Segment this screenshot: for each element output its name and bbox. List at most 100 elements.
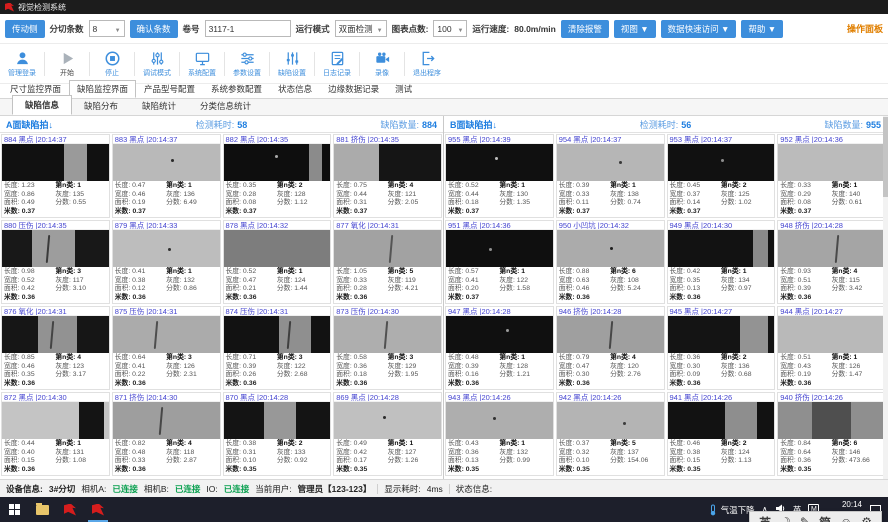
defect-image[interactable] [668, 230, 775, 267]
defect-image[interactable] [668, 402, 775, 439]
sub-tab-0[interactable]: 缺陷信息 [12, 95, 72, 115]
inspection-app-button[interactable] [84, 497, 112, 522]
defect-cell[interactable]: 948 挤伤 |20:14:28 长度: 0.93 宽度: 0.51 面积: 0… [777, 220, 886, 304]
defect-cell[interactable]: 949 黑点 |20:14:30 长度: 0.42 宽度: 0.35 面积: 0… [667, 220, 776, 304]
stop-action-button[interactable]: 停止 [92, 50, 132, 78]
scrollbar-thumb[interactable] [883, 117, 888, 197]
defect-image[interactable] [778, 316, 885, 353]
confirm-count-button[interactable]: 确认条数 [130, 20, 178, 38]
defect-cell[interactable]: 951 黑点 |20:14:36 长度: 0.57 宽度: 0.41 面积: 0… [445, 220, 554, 304]
defect-image[interactable] [778, 402, 885, 439]
defect-image[interactable] [224, 230, 331, 267]
defect-image[interactable] [224, 316, 331, 353]
defect-image[interactable] [224, 144, 331, 181]
defect-cell[interactable]: 950 小凹坑 |20:14:32 长度: 0.88 宽度: 0.63 面积: … [556, 220, 665, 304]
tune-action-button[interactable]: 调试模式 [137, 50, 177, 78]
defect-cell[interactable]: 946 挤伤 |20:14:28 长度: 0.79 宽度: 0.47 面积: 0… [556, 306, 665, 390]
defect-image[interactable] [334, 230, 441, 267]
defect-image[interactable] [113, 316, 220, 353]
defect-cell[interactable]: 870 黑点 |20:14:28 长度: 0.38 宽度: 0.31 面积: 0… [223, 392, 332, 476]
defect-cell[interactable]: 942 黑点 |20:14:26 长度: 0.37 宽度: 0.32 面积: 0… [556, 392, 665, 476]
defect-image[interactable] [668, 316, 775, 353]
defect-image[interactable] [446, 230, 553, 267]
run-mode-select[interactable]: 双面检测 [335, 20, 387, 37]
chart-points-select[interactable]: 100 [433, 20, 467, 37]
defect-cell[interactable]: 878 黑点 |20:14:32 长度: 0.52 宽度: 0.47 面积: 0… [223, 220, 332, 304]
defect-image[interactable] [113, 230, 220, 267]
defect-cell[interactable]: 943 黑点 |20:14:26 长度: 0.43 宽度: 0.36 面积: 0… [445, 392, 554, 476]
defect-image[interactable] [334, 402, 441, 439]
defect-image[interactable] [2, 144, 109, 181]
defect-cell[interactable]: 941 黑点 |20:14:26 长度: 0.46 宽度: 0.38 面积: 0… [667, 392, 776, 476]
slit-count-select[interactable]: 8 [89, 20, 125, 37]
defect-cell[interactable]: 881 挤伤 |20:14:35 长度: 0.75 宽度: 0.44 面积: 0… [333, 134, 442, 218]
defect-cell[interactable]: 873 压伤 |20:14:30 长度: 0.58 宽度: 0.36 面积: 0… [333, 306, 442, 390]
roll-input[interactable]: 3117-1 [205, 20, 291, 37]
defect-cell[interactable]: 880 压伤 |20:14:35 长度: 0.98 宽度: 0.52 面积: 0… [1, 220, 110, 304]
filters-action-button[interactable]: 缺陷设置 [272, 50, 312, 78]
help-menu-button[interactable]: 帮助 ▼ [741, 20, 783, 38]
defect-image[interactable] [557, 402, 664, 439]
defect-image[interactable] [113, 144, 220, 181]
defect-image[interactable] [113, 402, 220, 439]
defect-cell[interactable]: 945 黑点 |20:14:27 长度: 0.36 宽度: 0.30 面积: 0… [667, 306, 776, 390]
sliders-action-button[interactable]: 参数设置 [227, 50, 267, 78]
defect-cell[interactable]: 874 压伤 |20:14:31 长度: 0.71 宽度: 0.39 面积: 0… [223, 306, 332, 390]
defect-image[interactable] [557, 316, 664, 353]
vertical-scrollbar[interactable] [883, 116, 888, 479]
settings-gear-icon[interactable]: ⚙ [861, 515, 872, 522]
night-mode-icon[interactable]: ☽ [780, 515, 791, 522]
ime-toolbar[interactable]: 英☽✎简☺⚙ [749, 511, 882, 522]
defect-image[interactable] [2, 402, 109, 439]
defect-cell[interactable]: 953 黑点 |20:14:37 长度: 0.45 宽度: 0.37 面积: 0… [667, 134, 776, 218]
defect-cell[interactable]: 947 黑点 |20:14:28 长度: 0.48 宽度: 0.39 面积: 0… [445, 306, 554, 390]
emoji-icon[interactable]: ☺ [840, 515, 852, 522]
weather-widget[interactable]: 气温下降 [708, 504, 755, 516]
defect-cell[interactable]: 876 氧化 |20:14:31 长度: 0.85 宽度: 0.46 面积: 0… [1, 306, 110, 390]
defect-image[interactable] [557, 144, 664, 181]
defect-cell[interactable]: 944 黑点 |20:14:27 长度: 0.51 宽度: 0.43 面积: 0… [777, 306, 886, 390]
defect-image[interactable] [446, 316, 553, 353]
defect-cell[interactable]: 940 挤伤 |20:14:26 长度: 0.84 宽度: 0.64 面积: 0… [777, 392, 886, 476]
operation-panel-link[interactable]: 操作面板 [847, 22, 883, 35]
start-button[interactable] [0, 497, 28, 522]
defect-cell[interactable]: 872 黑点 |20:14:30 长度: 0.44 宽度: 0.40 面积: 0… [1, 392, 110, 476]
defect-cell[interactable]: 882 黑点 |20:14:35 长度: 0.35 宽度: 0.28 面积: 0… [223, 134, 332, 218]
defect-cell[interactable]: 883 黑点 |20:14:37 长度: 0.47 宽度: 0.46 面积: 0… [112, 134, 221, 218]
sub-tab-2[interactable]: 缺陷统计 [130, 97, 188, 115]
main-tab-1[interactable]: 缺陷监控界面 [69, 80, 136, 98]
user-action-button[interactable]: 管理登录 [2, 50, 42, 78]
defect-image[interactable] [2, 230, 109, 267]
defect-cell[interactable]: 954 黑点 |20:14:37 长度: 0.39 宽度: 0.33 面积: 0… [556, 134, 665, 218]
exit-action-button[interactable]: 退出程序 [407, 50, 447, 78]
defect-cell[interactable]: 955 黑点 |20:14:39 长度: 0.52 宽度: 0.44 面积: 0… [445, 134, 554, 218]
main-tab-4[interactable]: 状态信息 [270, 80, 320, 98]
defect-image[interactable] [778, 144, 885, 181]
defect-image[interactable] [446, 402, 553, 439]
defect-image[interactable] [446, 144, 553, 181]
monitor-action-button[interactable]: 系统配置 [182, 50, 222, 78]
simplified-toggle[interactable]: 简 [819, 514, 831, 522]
camera-action-button[interactable]: 录像 [362, 50, 402, 78]
app-button[interactable] [56, 497, 84, 522]
defect-cell[interactable]: 869 黑点 |20:14:28 长度: 0.49 宽度: 0.42 面积: 0… [333, 392, 442, 476]
main-tab-3[interactable]: 系统参数配置 [203, 80, 270, 98]
defect-image[interactable] [334, 144, 441, 181]
sub-tab-1[interactable]: 缺陷分布 [72, 97, 130, 115]
quick-access-menu-button[interactable]: 数据快速访问 ▼ [661, 20, 737, 38]
file-explorer-button[interactable] [28, 497, 56, 522]
defect-image[interactable] [557, 230, 664, 267]
log-action-button[interactable]: 日志记录 [317, 50, 357, 78]
defect-cell[interactable]: 875 压伤 |20:14:31 长度: 0.64 宽度: 0.41 面积: 0… [112, 306, 221, 390]
lang-mode-toggle[interactable]: 英 [759, 514, 771, 522]
defect-image[interactable] [668, 144, 775, 181]
sub-tab-3[interactable]: 分类信息统计 [188, 97, 263, 115]
defect-image[interactable] [778, 230, 885, 267]
main-tab-2[interactable]: 产品型号配置 [136, 80, 203, 98]
main-tab-5[interactable]: 边缘数据记录 [320, 80, 387, 98]
defect-image[interactable] [224, 402, 331, 439]
defect-image[interactable] [2, 316, 109, 353]
defect-cell[interactable]: 884 黑点 |20:14:37 长度: 1.23 宽度: 0.86 面积: 0… [1, 134, 110, 218]
defect-cell[interactable]: 877 氧化 |20:14:31 长度: 1.05 宽度: 0.33 面积: 0… [333, 220, 442, 304]
main-tab-6[interactable]: 测试 [387, 80, 420, 98]
